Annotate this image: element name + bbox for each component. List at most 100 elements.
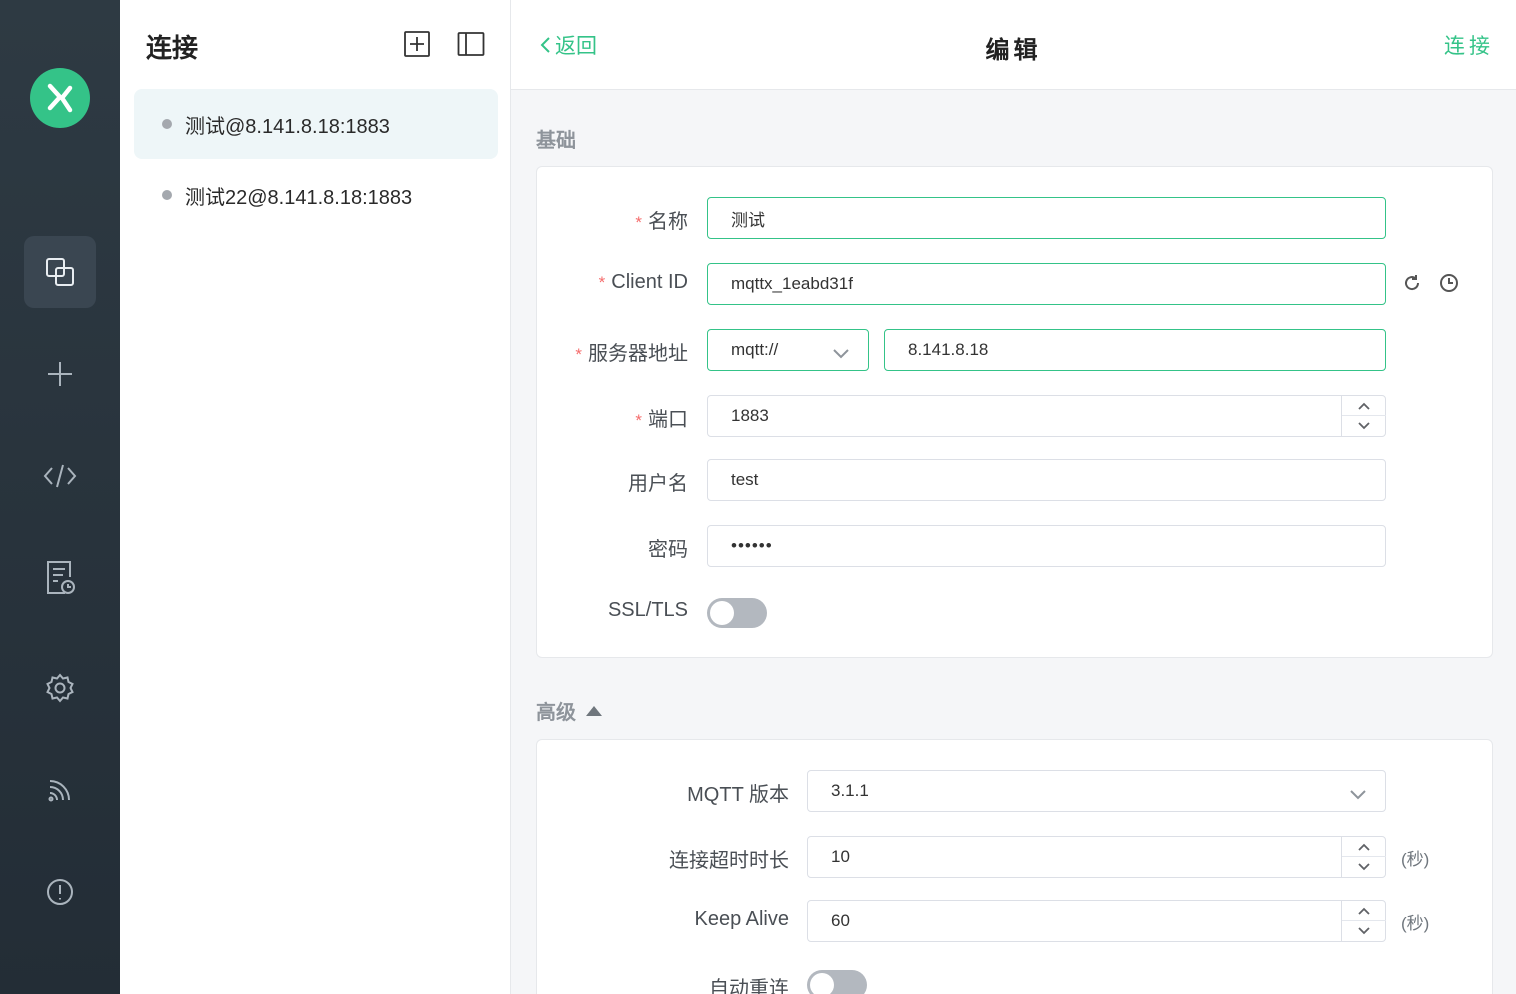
- refresh-icon: [1405, 275, 1420, 291]
- plus-icon: [48, 362, 72, 386]
- sidebar-layout-icon: [457, 32, 485, 56]
- required-mark: *: [575, 345, 582, 364]
- toggle-knob: [810, 973, 834, 994]
- client-id-label: * Client ID: [560, 271, 688, 294]
- timeout-unit: (秒): [1401, 850, 1430, 869]
- advanced-section-label: 高级: [536, 702, 576, 724]
- clock-icon: [1440, 274, 1458, 292]
- password-input[interactable]: ••••••: [707, 525, 1386, 567]
- chevron-down-icon: [1358, 422, 1370, 430]
- settings-nav-button[interactable]: [24, 652, 96, 724]
- log-icon: [47, 561, 75, 594]
- about-nav-button[interactable]: [24, 856, 96, 928]
- mqtt-version-select[interactable]: 3.1.1: [807, 770, 1386, 812]
- password-value: ••••••: [731, 536, 773, 555]
- basic-section-title: 基础: [536, 124, 576, 153]
- chevron-up-icon: [1358, 843, 1370, 851]
- new-connection-nav-button[interactable]: [24, 338, 96, 410]
- host-label-text: 服务器地址: [588, 343, 688, 365]
- keepalive-value: 60: [831, 911, 850, 930]
- timeout-input[interactable]: 10: [807, 836, 1386, 878]
- connect-button[interactable]: 连接: [1444, 30, 1494, 60]
- refresh-client-id-button[interactable]: [1400, 271, 1424, 295]
- timestamp-button[interactable]: [1437, 271, 1461, 295]
- port-label-text: 端口: [648, 409, 688, 431]
- decrement-button[interactable]: [1342, 416, 1386, 436]
- mqtt-version-label: MQTT 版本: [687, 784, 789, 806]
- decrement-button[interactable]: [1342, 921, 1386, 941]
- protocol-select[interactable]: mqtt://: [707, 329, 869, 371]
- increment-button[interactable]: [1342, 837, 1386, 857]
- toggle-knob: [710, 601, 734, 625]
- code-icon: [43, 464, 77, 488]
- reconnect-label: 自动重连: [709, 978, 789, 994]
- script-nav-button[interactable]: [24, 440, 96, 512]
- timeout-stepper: [1341, 837, 1386, 877]
- increment-button[interactable]: [1342, 396, 1386, 416]
- info-icon: [47, 879, 73, 905]
- client-id-input[interactable]: mqttx_1eabd31f: [707, 263, 1386, 305]
- connection-item[interactable]: 测试@8.141.8.18:1883: [134, 89, 498, 159]
- connections-panel: 连接 测试@8.141.8.18:1883 测试22@8.141.8.18:18…: [120, 0, 511, 994]
- connection-item[interactable]: 测试22@8.141.8.18:1883: [134, 160, 498, 230]
- toggle-layout-button[interactable]: [457, 30, 485, 58]
- increment-button[interactable]: [1342, 901, 1386, 921]
- feed-icon: [48, 780, 70, 802]
- connection-label: 测试@8.141.8.18:1883: [185, 115, 390, 138]
- edit-header: 返回 编辑 连接: [511, 0, 1516, 90]
- plus-square-icon: [404, 31, 430, 57]
- ssl-toggle[interactable]: [707, 598, 767, 628]
- status-dot: [162, 119, 172, 129]
- password-label: 密码: [648, 539, 688, 561]
- host-value: 8.141.8.18: [908, 340, 989, 359]
- caret-up-icon: [586, 705, 602, 716]
- keepalive-unit: (秒): [1401, 914, 1430, 933]
- advanced-section-toggle[interactable]: 高级: [536, 696, 602, 725]
- name-label-text: 名称: [648, 211, 688, 233]
- host-label: * 服务器地址: [540, 337, 688, 366]
- timeout-value: 10: [831, 847, 850, 866]
- port-value: 1883: [731, 406, 769, 425]
- required-mark: *: [635, 411, 642, 430]
- keepalive-stepper: [1341, 901, 1386, 941]
- required-mark: *: [598, 273, 606, 292]
- log-nav-button[interactable]: [24, 542, 96, 614]
- ssl-label: SSL/TLS: [607, 599, 688, 621]
- mqtt-version-value: 3.1.1: [831, 781, 869, 800]
- chevron-up-icon: [1358, 402, 1370, 410]
- reconnect-toggle[interactable]: [807, 970, 867, 994]
- page-title: 编辑: [985, 37, 1042, 64]
- username-input[interactable]: test: [707, 459, 1386, 501]
- username-value: test: [731, 470, 759, 489]
- host-input[interactable]: 8.141.8.18: [884, 329, 1386, 371]
- required-mark: *: [635, 213, 642, 232]
- chevron-down-icon: [1358, 927, 1370, 935]
- chevron-down-icon: [1358, 863, 1370, 871]
- username-label: 用户名: [628, 473, 688, 495]
- name-value: 测试: [731, 210, 765, 230]
- connections-icon: [46, 258, 74, 286]
- new-connection-button[interactable]: [403, 30, 431, 58]
- port-input[interactable]: 1883: [707, 395, 1386, 437]
- decrement-button[interactable]: [1342, 857, 1386, 877]
- mqttx-logo-icon: [30, 68, 90, 128]
- name-input[interactable]: 测试: [707, 197, 1386, 239]
- port-stepper: [1341, 396, 1386, 436]
- keepalive-label: Keep Alive: [694, 908, 789, 930]
- basic-section-label: 基础: [536, 130, 576, 152]
- timeout-label: 连接超时时长: [669, 850, 789, 872]
- status-dot: [162, 190, 172, 200]
- connections-title: 连接: [146, 33, 199, 63]
- connections-nav-button[interactable]: [24, 236, 96, 308]
- port-label: * 端口: [560, 403, 688, 432]
- chevron-up-icon: [1358, 907, 1370, 915]
- protocol-value: mqtt://: [731, 340, 779, 359]
- client-id-label-text: Client ID: [611, 271, 688, 293]
- connection-label: 测试22@8.141.8.18:1883: [185, 186, 413, 209]
- feed-nav-button[interactable]: [24, 754, 96, 826]
- keepalive-input[interactable]: 60: [807, 900, 1386, 942]
- app-sidebar: [0, 0, 120, 994]
- gear-icon: [46, 673, 74, 703]
- chevron-down-icon: [1349, 785, 1367, 805]
- client-id-value: mqttx_1eabd31f: [731, 274, 853, 293]
